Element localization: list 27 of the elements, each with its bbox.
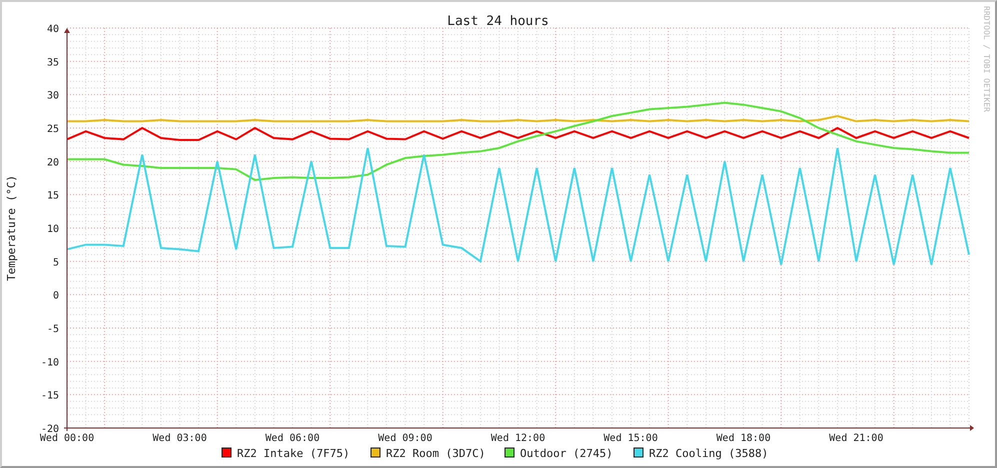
- x-tick-label: Wed 00:00: [40, 433, 94, 444]
- legend-label: Outdoor (2745): [520, 447, 613, 460]
- y-tick-label: -10: [40, 357, 59, 368]
- credit-text: RRDTOOL / TOBI OETIKER: [982, 6, 991, 112]
- y-tick-label: 15: [46, 190, 59, 202]
- x-tick-label: Wed 18:00: [716, 433, 771, 444]
- y-tick-label: 0: [52, 290, 59, 302]
- y-tick-label: 20: [46, 157, 59, 168]
- y-tick-label: 30: [46, 90, 59, 102]
- x-tick-label: Wed 21:00: [829, 433, 884, 444]
- x-tick-label: Wed 06:00: [265, 433, 320, 444]
- x-tick-label: Wed 15:00: [604, 433, 658, 444]
- y-tick-label: 25: [46, 124, 59, 135]
- legend-label: RZ2 Room (3D7C): [386, 447, 486, 460]
- y-tick-label: 5: [52, 257, 59, 268]
- y-tick-label: 40: [46, 24, 59, 35]
- legend-label: RZ2 Cooling (3588): [649, 447, 768, 460]
- x-tick-label: Wed 09:00: [378, 433, 432, 444]
- y-tick-label: 10: [46, 224, 59, 235]
- y-axis-label: Temperature (°C): [5, 175, 18, 281]
- y-tick-label: -5: [46, 324, 59, 335]
- legend-label: RZ2 Intake (7F75): [237, 447, 350, 460]
- x-tick-label: Wed 03:00: [152, 433, 207, 444]
- x-tick-label: Wed 12:00: [490, 433, 546, 444]
- y-tick-label: -15: [40, 390, 59, 402]
- y-tick-label: 35: [46, 57, 59, 68]
- chart-title: Last 24 hours: [447, 14, 549, 29]
